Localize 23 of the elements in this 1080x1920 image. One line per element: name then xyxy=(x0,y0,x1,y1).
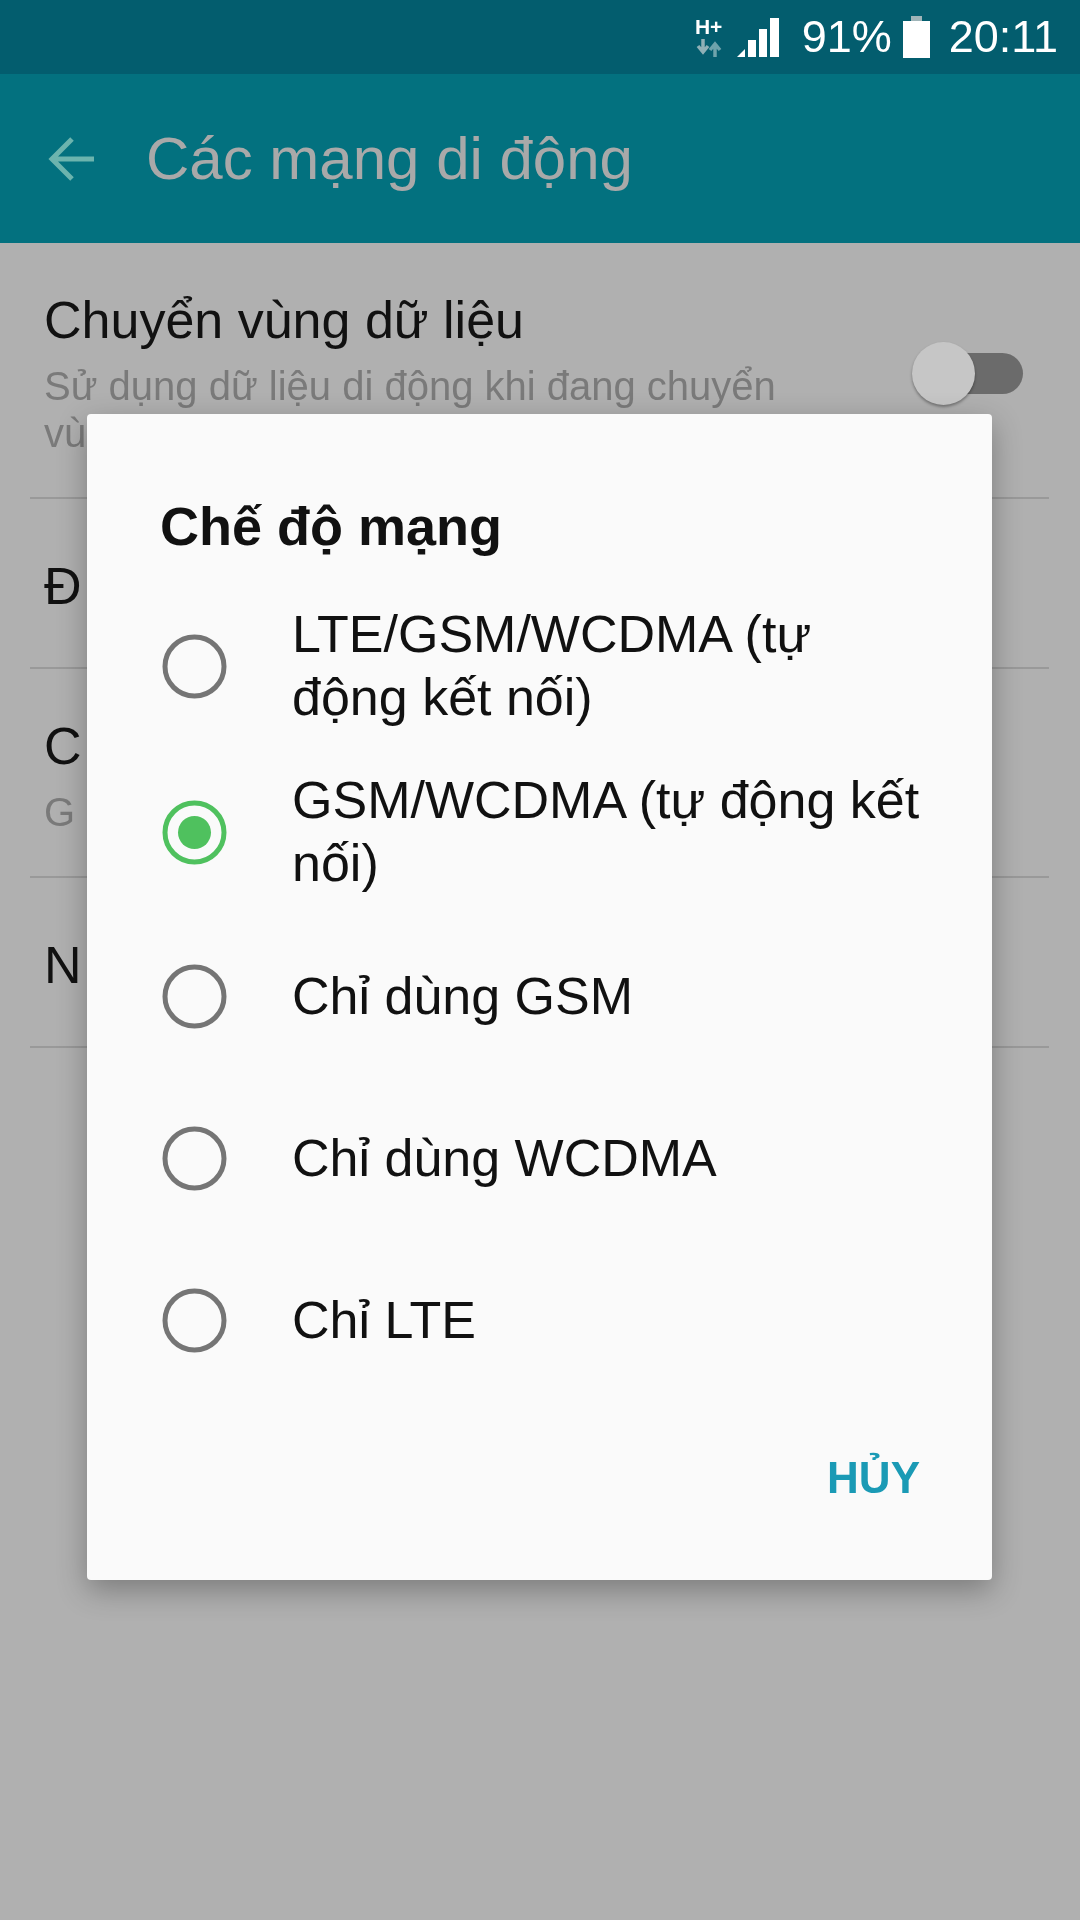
radio-button[interactable] xyxy=(162,633,227,699)
battery-icon xyxy=(902,16,930,58)
setting-title: N xyxy=(44,935,82,996)
signal-icon xyxy=(736,17,779,57)
option-label[interactable]: Chỉ dùng WCDMA xyxy=(292,1126,932,1190)
setting-title: C xyxy=(44,716,82,777)
radio-button[interactable] xyxy=(162,1125,227,1191)
app-bar-title: Các mạng di động xyxy=(146,123,633,194)
toggle-switch[interactable] xyxy=(912,341,1023,405)
setting-title: Đ xyxy=(44,556,82,617)
network-type-label: H+ xyxy=(694,17,723,36)
setting-title: Chuyển vùng dữ liệu xyxy=(44,290,524,351)
battery-percentage: 91% xyxy=(801,11,892,63)
option-label[interactable]: LTE/GSM/WCDMA (tự động kết nối) xyxy=(292,603,932,729)
option-label[interactable]: Chỉ LTE xyxy=(292,1288,932,1352)
option-label[interactable]: Chỉ dùng GSM xyxy=(292,964,932,1028)
option-label[interactable]: GSM/WCDMA (tự động kết nối) xyxy=(292,769,932,895)
dialog-title: Chế độ mạng xyxy=(160,495,502,558)
radio-button[interactable] xyxy=(162,799,227,865)
back-arrow-icon[interactable] xyxy=(48,135,96,182)
clock: 20:11 xyxy=(948,11,1058,63)
radio-button[interactable] xyxy=(162,963,227,1029)
radio-button[interactable] xyxy=(162,1287,227,1353)
